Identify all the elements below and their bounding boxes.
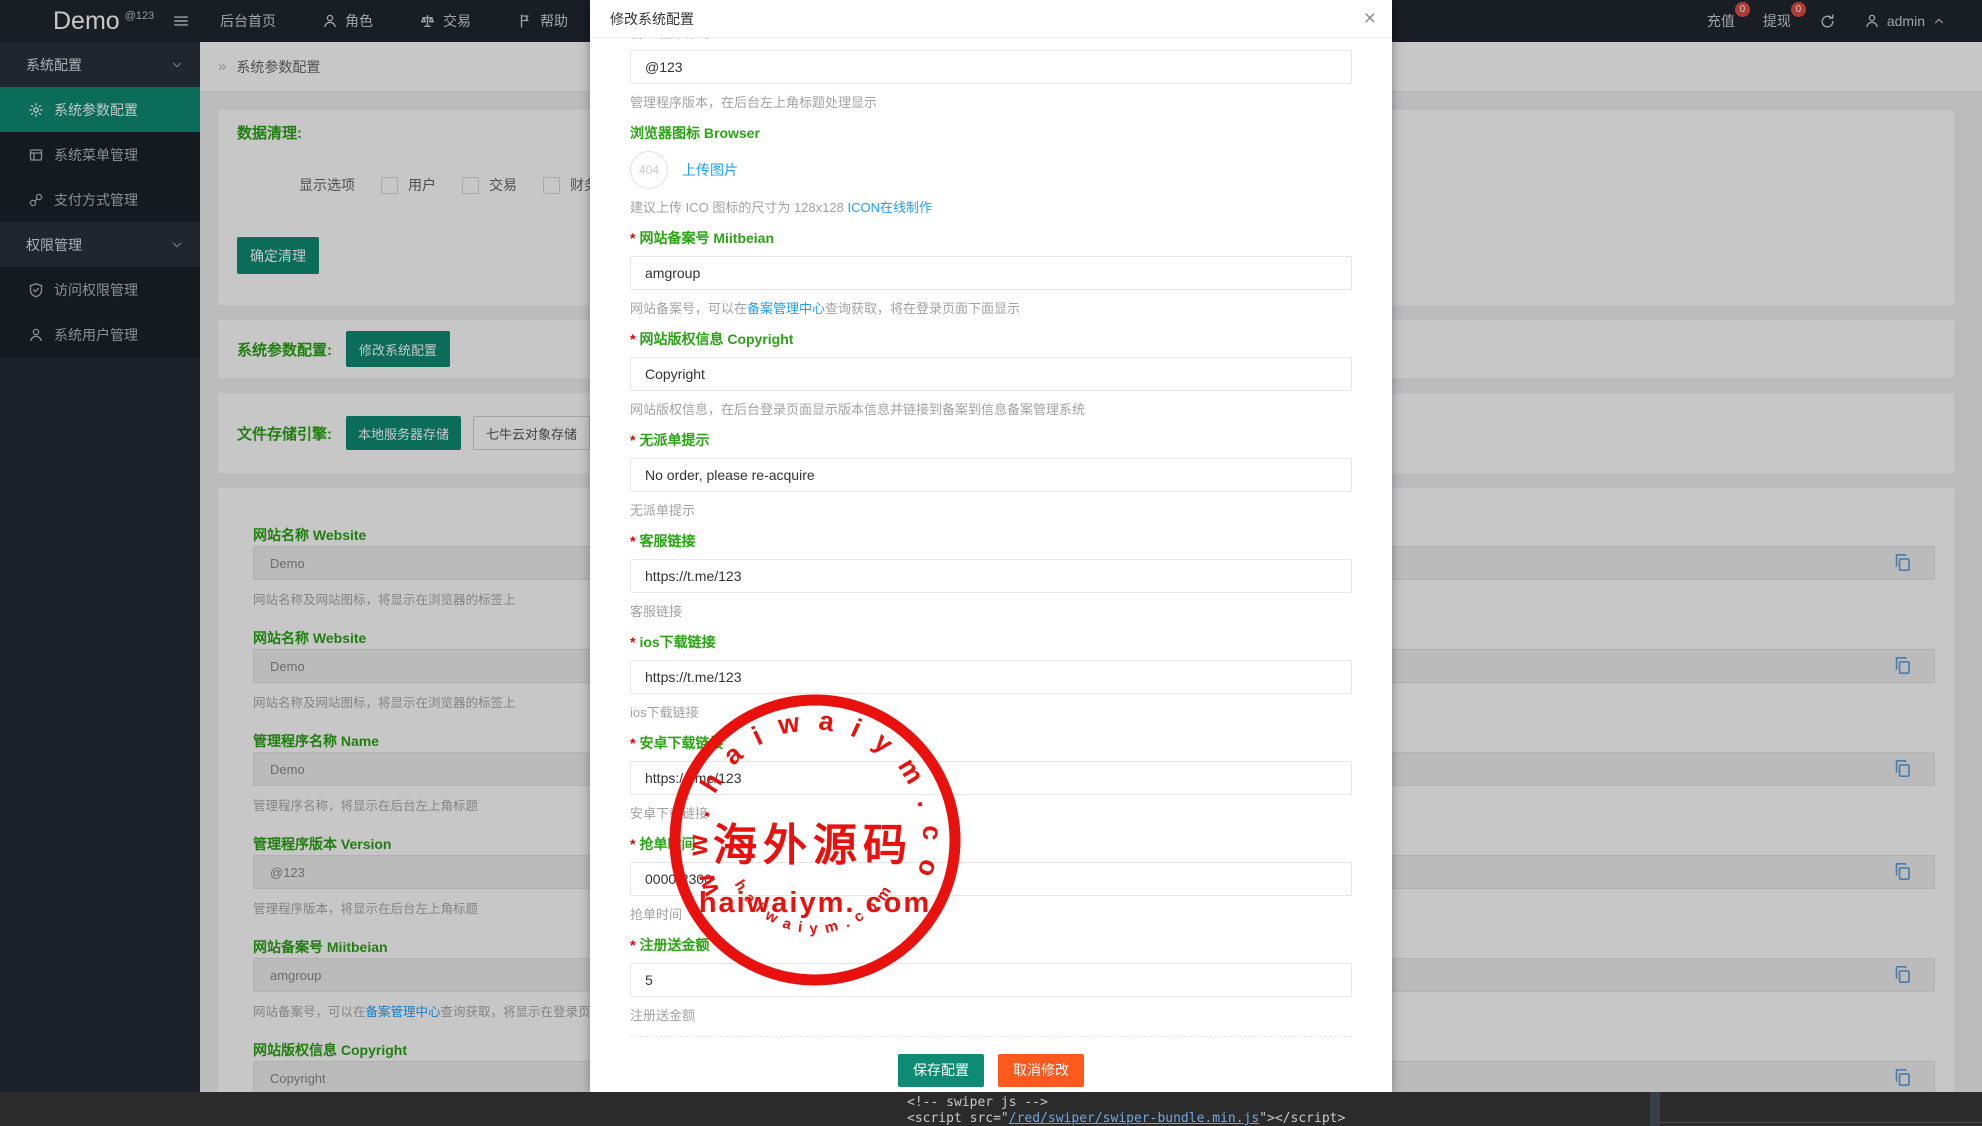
field-help: 管理程序版本，在后台左上角标题处理显示 — [630, 92, 1352, 109]
modal-field-9: *注册送金额5注册送金额 — [630, 935, 1352, 1022]
help-text: 网站版权信息，在后台登录页面显示版本信息并链接到备案到信息备案管理系统 — [630, 402, 1085, 417]
help-text: 注册送金额 — [630, 1008, 695, 1023]
required-asterisk: * — [630, 533, 635, 549]
field-input[interactable]: https://t.me/123 — [630, 559, 1352, 593]
help-text: 无派单提示 — [630, 503, 695, 518]
modal-header: 修改系统配置 × — [590, 0, 1392, 38]
field-label: *网站备案号 Miitbeian — [630, 228, 1352, 248]
field-label-text: 注册送金额 — [639, 937, 709, 953]
field-input[interactable]: @123 — [630, 50, 1352, 84]
dashed-separator — [630, 1036, 1352, 1037]
help-text: 查询获取，将在登录页面下面显示 — [825, 301, 1020, 316]
field-label-text: 网站备案号 Miitbeian — [639, 230, 774, 246]
devtools-code-text: <!-- swiper js --> — [907, 1095, 1048, 1110]
field-help: ios下载链接 — [630, 702, 1352, 719]
devtools-divider[interactable] — [1650, 1092, 1660, 1126]
field-help: 抢单时间 — [630, 904, 1352, 921]
modal-field-2: *网站备案号 Miitbeian amgroup 网站备案号，可以在备案管理中心查询… — [630, 228, 1352, 315]
help-text: 网站备案号，可以在 — [630, 301, 747, 316]
edit-system-config-modal: 修改系统配置 × 管理程序版本 Version @123 管理程序版本，在后台左上角… — [590, 0, 1392, 1092]
field-label: *网站版权信息 Copyright — [630, 329, 1352, 349]
devtools-html-source: <!-- swiper js --><script src="/red/swip… — [907, 1095, 1345, 1126]
field-input[interactable]: Copyright — [630, 357, 1352, 391]
field-input[interactable]: https://t.me/123 — [630, 761, 1352, 795]
required-asterisk: * — [630, 937, 635, 953]
cancel-edit-button[interactable]: 取消修改 — [998, 1054, 1084, 1087]
field-label-text: 浏览器图标 Browser — [630, 125, 760, 141]
modal-body: 管理程序版本 Version@123管理程序版本，在后台左上角标题处理显示浏览器… — [590, 38, 1392, 1092]
field-help: 网站备案号，可以在备案管理中心查询获取，将在登录页面下面显示 — [630, 298, 1352, 315]
field-input[interactable]: 5 — [630, 963, 1352, 997]
help-text: 管理程序版本，在后台左上角标题处理显示 — [630, 95, 877, 110]
modal-field-4: *无派单提示No order, please re-acquire无派单提示 — [630, 430, 1352, 517]
help-text: 建议上传 ICO 图标的尺寸为 128x128 — [630, 200, 847, 215]
modal-field-3: *网站版权信息 Copyright Copyright 网站版权信息，在后台登录页面… — [630, 329, 1352, 416]
field-input[interactable]: https://t.me/123 — [630, 660, 1352, 694]
devtools-strip: <!-- swiper js --><script src="/red/swip… — [0, 1092, 1982, 1126]
field-label-text: 管理程序版本 Version — [630, 38, 768, 40]
required-asterisk: * — [630, 836, 635, 852]
required-asterisk: * — [630, 230, 635, 246]
upload-image-link[interactable]: 上传图片 — [682, 160, 738, 180]
field-help: 网站版权信息，在后台登录页面显示版本信息并链接到备案到信息备案管理系统 — [630, 399, 1352, 416]
field-help: 建议上传 ICO 图标的尺寸为 128x128 ICON在线制作 — [630, 197, 1352, 214]
field-label-text: 抢单时间 — [639, 836, 695, 852]
close-icon[interactable]: × — [1364, 8, 1376, 29]
modal-field-5: *客服链接https://t.me/123客服链接 — [630, 531, 1352, 618]
modal-field-0: 管理程序版本 Version @123 管理程序版本，在后台左上角标题处理显示 — [630, 38, 1352, 109]
save-config-button[interactable]: 保存配置 — [898, 1054, 984, 1087]
modal-field-7: *安卓下载链接https://t.me/123安卓下载链接 — [630, 733, 1352, 820]
help-text: 客服链接 — [630, 604, 682, 619]
devtools-code-text: <script src=" — [907, 1111, 1009, 1126]
help-text: 抢单时间 — [630, 907, 682, 922]
field-label: *无派单提示 — [630, 430, 1352, 450]
admin-console-page: Demo@123 后台首页角色交易帮助 充值 0 提现 0 admin 系统配置… — [0, 0, 1982, 1126]
field-label: *注册送金额 — [630, 935, 1352, 955]
modal-field-6: *ios下载链接https://t.me/123ios下载链接 — [630, 632, 1352, 719]
field-label: *ios下载链接 — [630, 632, 1352, 652]
devtools-src-link[interactable]: /red/swiper/swiper-bundle.min.js — [1009, 1111, 1259, 1126]
modal-buttons: 保存配置取消修改 — [630, 1054, 1352, 1087]
field-help: 安卓下载链接 — [630, 803, 1352, 820]
devtools-code-line-1: <script src="/red/swiper/swiper-bundle.m… — [907, 1111, 1345, 1126]
required-asterisk: * — [630, 735, 635, 751]
field-label: *客服链接 — [630, 531, 1352, 551]
devtools-code-text: "></script> — [1259, 1111, 1345, 1126]
help-link[interactable]: 备案管理中心 — [747, 301, 825, 316]
help-text: ios下载链接 — [630, 705, 699, 720]
field-input[interactable]: 0000-2300 — [630, 862, 1352, 896]
modal-title: 修改系统配置 — [610, 9, 694, 29]
required-asterisk: * — [630, 634, 635, 650]
required-asterisk: * — [630, 432, 635, 448]
help-text: 安卓下载链接 — [630, 806, 708, 821]
devtools-rule-separator — [1660, 1122, 1982, 1123]
field-label: 管理程序版本 Version — [630, 38, 1352, 42]
modal-field-8: *抢单时间0000-2300抢单时间 — [630, 834, 1352, 921]
field-help: 无派单提示 — [630, 500, 1352, 517]
devtools-code-line-0: <!-- swiper js --> — [907, 1095, 1345, 1111]
field-input[interactable]: No order, please re-acquire — [630, 458, 1352, 492]
required-asterisk: * — [630, 331, 635, 347]
field-label-text: ios下载链接 — [639, 634, 715, 650]
field-label-text: 客服链接 — [639, 533, 695, 549]
image-404-placeholder: 404 — [630, 151, 668, 189]
field-label: *抢单时间 — [630, 834, 1352, 854]
field-help: 注册送金额 — [630, 1005, 1352, 1022]
field-label: 浏览器图标 Browser — [630, 123, 1352, 143]
browser-icon-uploader: 404 上传图片 — [630, 151, 1352, 189]
modal-field-1: 浏览器图标 Browser 404 上传图片建议上传 ICO 图标的尺寸为 128x… — [630, 123, 1352, 214]
field-label-text: 安卓下载链接 — [639, 735, 723, 751]
field-label-text: 网站版权信息 Copyright — [639, 331, 793, 347]
field-help: 客服链接 — [630, 601, 1352, 618]
help-link[interactable]: ICON在线制作 — [847, 200, 932, 215]
field-label-text: 无派单提示 — [639, 432, 709, 448]
field-label: *安卓下载链接 — [630, 733, 1352, 753]
field-input[interactable]: amgroup — [630, 256, 1352, 290]
